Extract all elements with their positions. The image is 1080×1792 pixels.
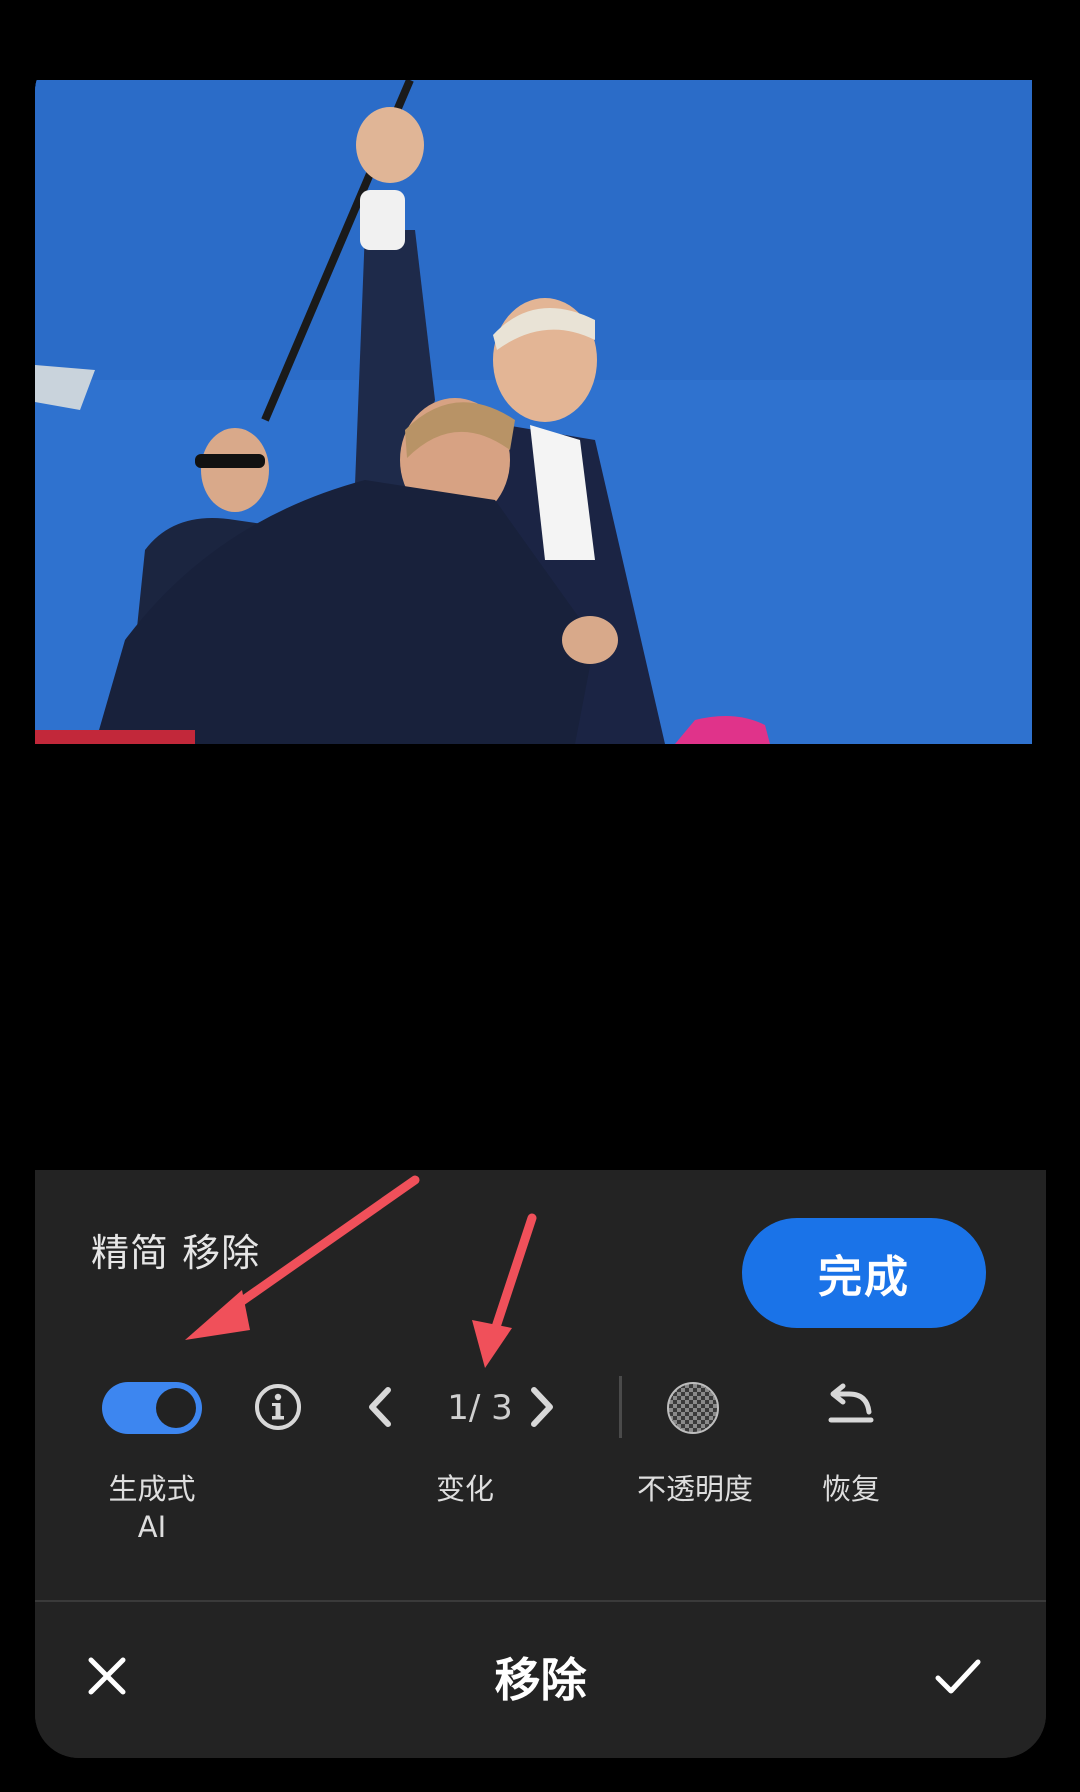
undo-icon[interactable] — [823, 1382, 879, 1432]
generative-ai-label: 生成式 AI — [82, 1470, 222, 1546]
chevron-left-icon[interactable] — [358, 1382, 402, 1432]
bottom-bar-title: 移除 — [494, 1653, 587, 1707]
canvas-empty-area — [35, 744, 1032, 1170]
done-button[interactable]: 完成 — [742, 1218, 986, 1328]
edited-photo[interactable] — [35, 80, 1032, 744]
opacity-label: 不透明度 — [636, 1472, 753, 1506]
toggle-knob — [156, 1388, 196, 1428]
info-icon[interactable] — [253, 1382, 303, 1432]
toolbar-divider — [619, 1376, 622, 1438]
opacity-checker-icon[interactable] — [665, 1380, 721, 1436]
chevron-right-icon[interactable] — [520, 1382, 564, 1432]
panel-title: 精简 移除 — [91, 1231, 261, 1275]
check-icon[interactable] — [933, 1654, 983, 1698]
variation-counter: 1/ 3 — [447, 1388, 513, 1428]
generative-ai-label-text: 生成式 AI — [108, 1472, 196, 1544]
variation-label: 变化 — [435, 1472, 494, 1506]
bottom-action-bar: 移除 — [35, 1600, 1046, 1758]
photo-scene — [35, 80, 1032, 744]
phone-screen: 精简 移除 完成 1/ 3 生成式 AI 变化 不透明度 恢复 移除 — [35, 48, 1046, 1758]
generative-ai-toggle[interactable] — [102, 1382, 202, 1434]
restore-label: 恢复 — [821, 1472, 880, 1506]
